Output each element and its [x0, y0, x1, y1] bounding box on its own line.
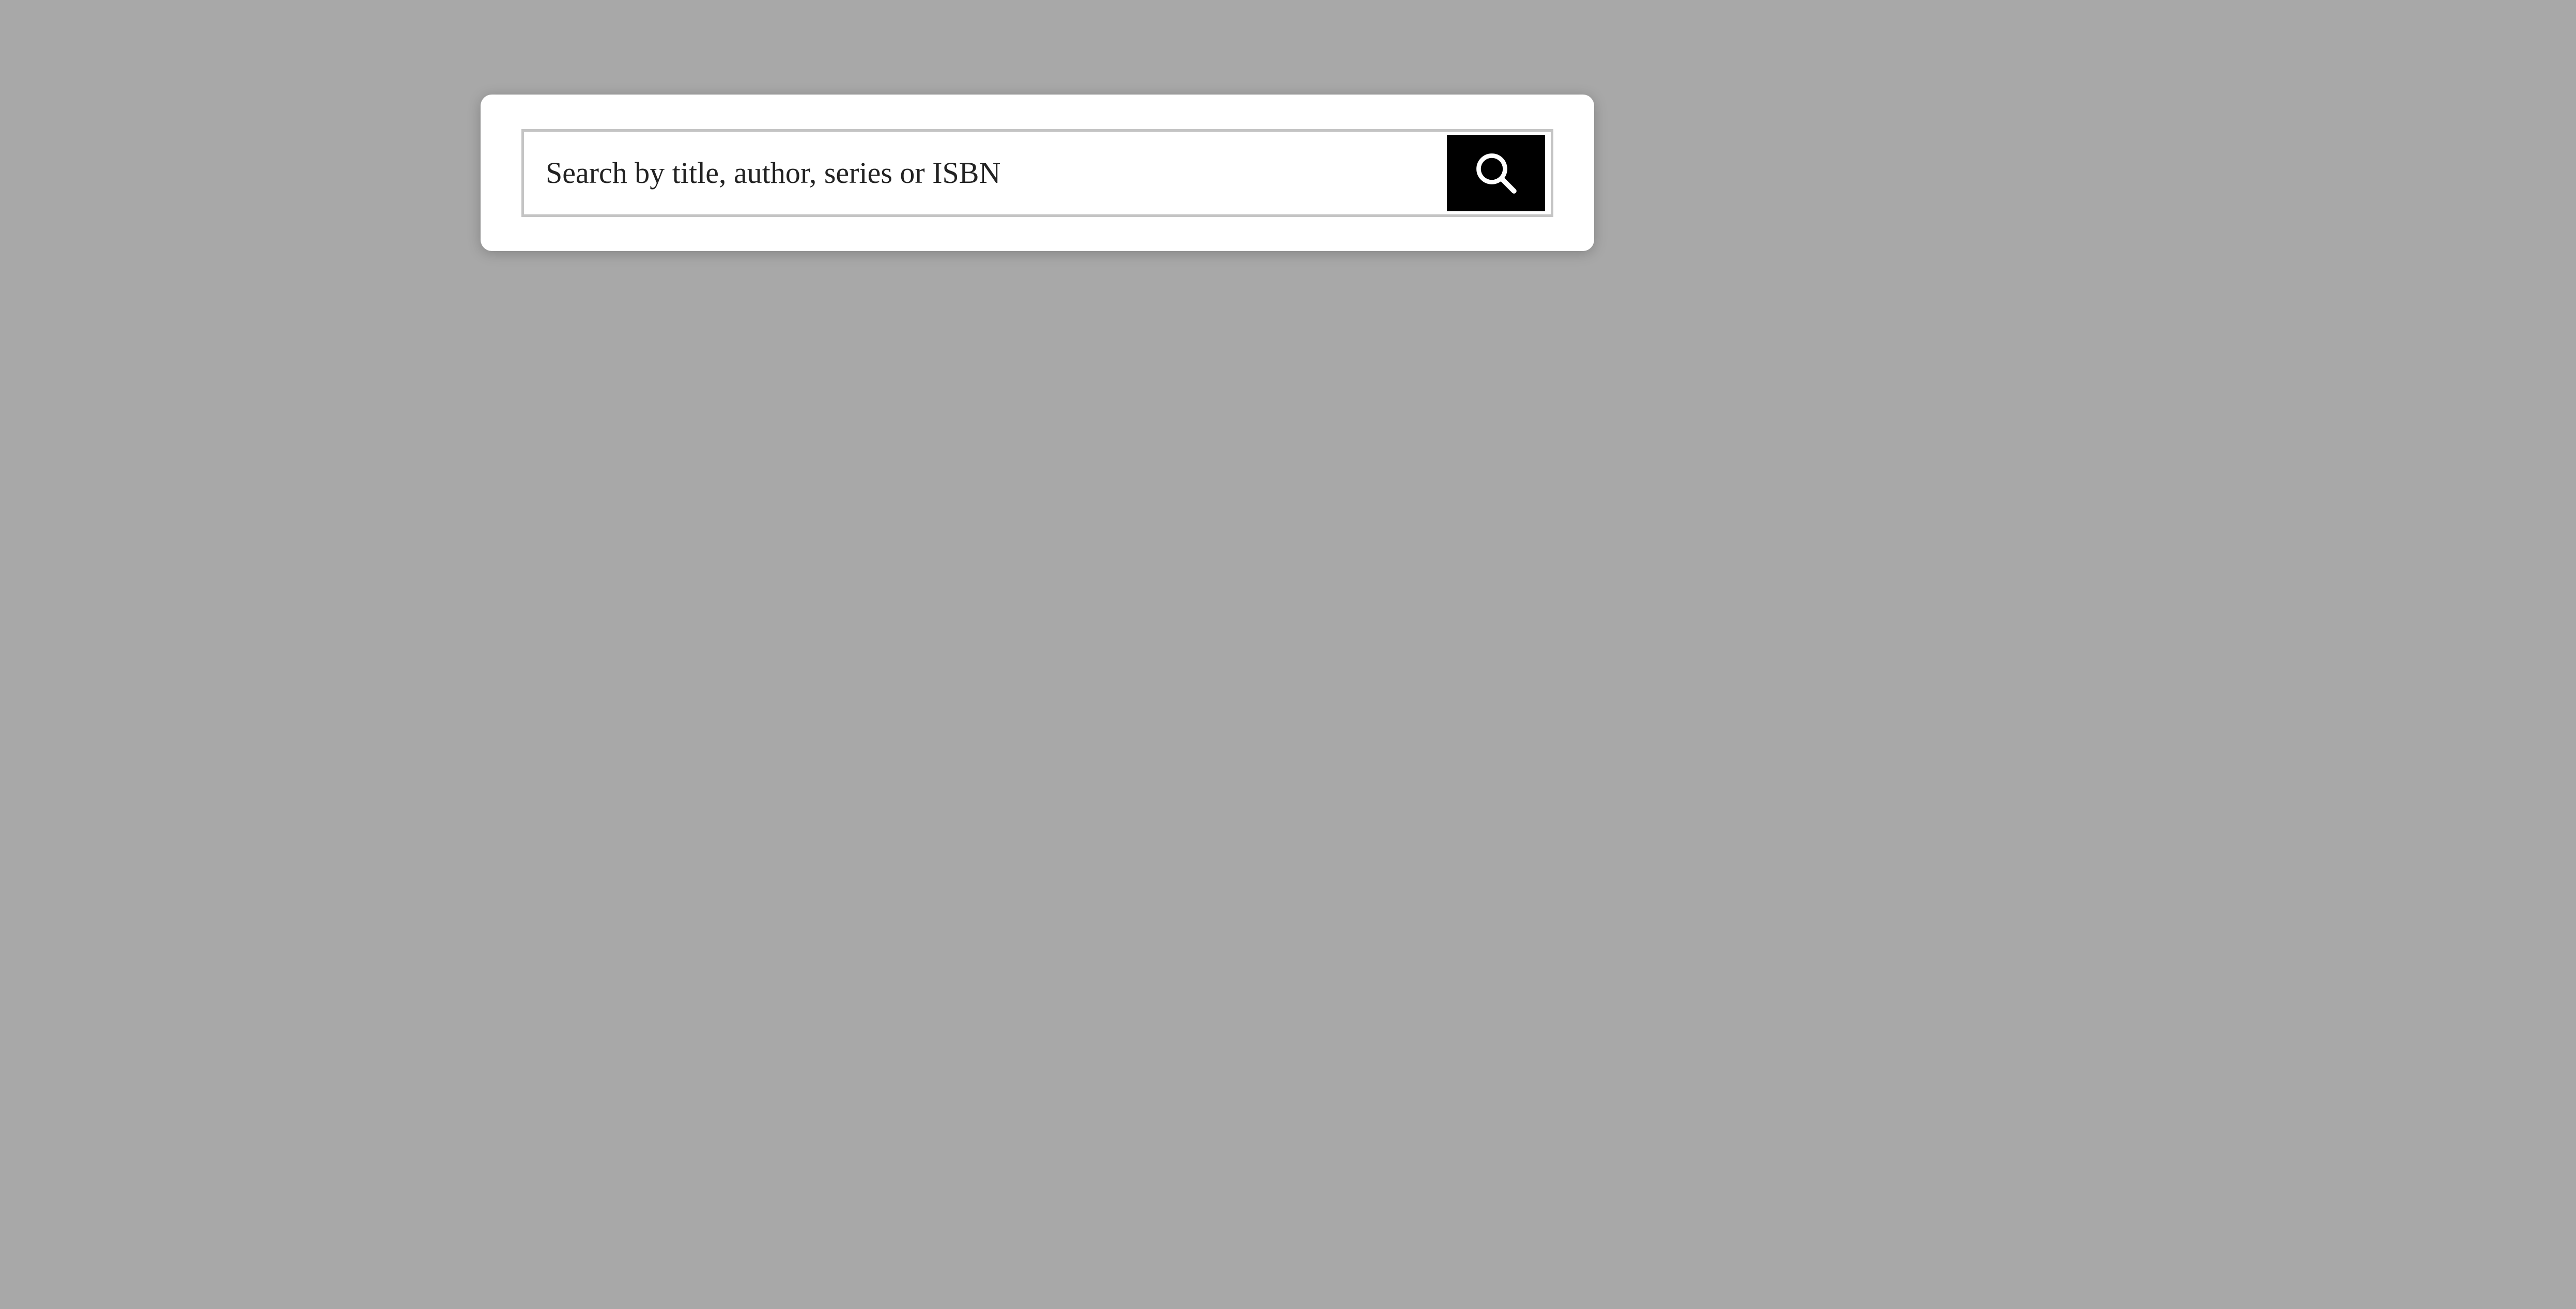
search-overlay-panel: [481, 95, 1594, 251]
search-box: [521, 129, 1553, 217]
search-input[interactable]: [524, 131, 1447, 214]
search-icon: [1476, 153, 1517, 194]
search-submit-button[interactable]: [1447, 134, 1545, 211]
